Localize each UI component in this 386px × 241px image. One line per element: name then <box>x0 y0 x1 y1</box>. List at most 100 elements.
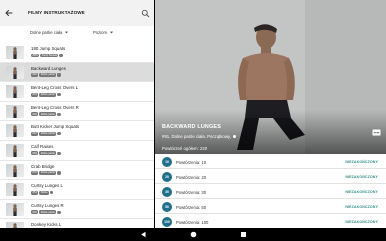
exercise-tags: #64 Dolne partie <box>31 151 61 156</box>
exercise-video-preview[interactable]: BACKWARD LUNGES #91, Dolne partie ciała,… <box>155 0 386 154</box>
exercise-tag: #51 <box>31 190 39 195</box>
exercise-thumbnail <box>6 65 24 79</box>
exercise-detail-pane: BACKWARD LUNGES #91, Dolne partie ciała,… <box>155 0 386 241</box>
chevron-down-icon <box>109 31 114 34</box>
reps-count-badge: 10 <box>162 156 172 167</box>
reps-label: Powtórzenia: 50 <box>176 204 207 210</box>
exercise-tag: ABC <box>31 53 40 58</box>
exercise-tag: #12 <box>31 131 39 136</box>
set-status: NIEZAKOŃCZONY <box>345 189 378 194</box>
exercise-tags: #42 Dolne partie <box>31 112 61 117</box>
exercise-list-item[interactable]: Backward Lunges #91 Dolne partie <box>0 62 154 83</box>
exercise-meta: #91, Dolne partie ciała, Początkowy, <box>162 134 231 139</box>
reps-set-row[interactable]: 20 Powtórzenia: 20 NIEZAKOŃCZONY <box>155 169 386 184</box>
intensity-dot-icon <box>57 210 61 214</box>
reps-set-row[interactable]: 10 Powtórzenia: 10 NIEZAKOŃCZONY <box>155 154 386 169</box>
exercise-tag: Dolne partie <box>39 131 57 136</box>
exercise-tag: #52 <box>31 210 39 215</box>
exercise-tag: #72 <box>31 171 39 176</box>
intensity-dot-icon <box>232 134 237 139</box>
exercise-name: Calf Raises <box>31 143 54 149</box>
intensity-dot-icon <box>57 132 61 136</box>
home-nav-icon[interactable] <box>190 231 197 238</box>
exercise-tag: #91 <box>31 73 39 78</box>
exercise-tag: Jump Squats <box>40 53 59 58</box>
exercise-tag: #42 <box>31 112 39 117</box>
set-status: NIEZAKOŃCZONY <box>345 159 378 164</box>
exercise-list-item[interactable]: Crab Bridge #72 Dolne partie <box>0 161 154 181</box>
exercise-list-item[interactable]: 180 Jump Squats ABC Jump Squats <box>0 43 154 63</box>
exercise-tag: Dolne <box>39 190 50 195</box>
exercise-list-item[interactable]: Bent-Leg Cross Overs L #41 Dolne partie <box>0 82 154 102</box>
back-nav-icon[interactable] <box>140 231 147 238</box>
exercise-name: Butt Kicker Jump Squats <box>31 124 80 130</box>
exercise-list: 180 Jump Squats ABC Jump Squats Backward… <box>0 43 154 239</box>
level-value: Poziom <box>93 30 107 35</box>
exercise-name: Backward Lunges <box>31 65 66 71</box>
reps-label: Powtórzenia: 30 <box>176 189 207 195</box>
exercise-tag: Dolne partie <box>39 112 57 117</box>
total-reps: Powtórzeń ogółem: 220 <box>162 146 208 151</box>
exercise-thumbnail <box>6 85 24 99</box>
exercise-tags: #51 Dolne <box>31 190 54 195</box>
exercise-list-pane: FILMY INSTRUKTAŻOWE Dolne partie ciała P… <box>0 0 154 239</box>
exercise-tag: Dolne partie <box>39 171 57 176</box>
exercise-name: Donkey Kicks L <box>31 222 62 228</box>
exercise-name: Crab Bridge <box>31 163 55 169</box>
exercise-list-item[interactable]: Curtsy Lunges R #52 Dolne partie <box>0 200 154 220</box>
reps-label: Powtórzenia: 100 <box>176 219 209 225</box>
exercise-list-item[interactable]: Curtsy Lunges L #51 Dolne <box>0 180 154 200</box>
exercise-thumbnail <box>6 143 24 157</box>
exercise-thumbnail <box>6 202 24 216</box>
search-icon[interactable] <box>141 9 150 18</box>
level-dropdown[interactable]: Poziom <box>93 30 114 35</box>
intensity-dot-icon <box>57 93 61 97</box>
exercise-name: Bent-Leg Cross Overs R <box>31 104 79 110</box>
exercise-tags: #52 Dolne partie <box>31 210 61 215</box>
intensity-dot-icon <box>57 73 61 77</box>
system-nav-bar <box>0 228 386 241</box>
reps-label: Powtórzenia: 20 <box>176 174 207 180</box>
reps-set-row[interactable]: 50 Powtórzenia: 50 NIEZAKOŃCZONY <box>155 199 386 214</box>
exercise-name: Bent-Leg Cross Overs L <box>31 85 79 91</box>
intensity-dot-icon <box>57 151 61 156</box>
intensity-dot-icon <box>57 112 61 116</box>
exercise-name: 180 Jump Squats <box>31 46 66 51</box>
arrow-left-icon[interactable] <box>4 8 14 18</box>
exercise-tags: #91 Dolne partie <box>31 73 61 78</box>
subtitles-icon[interactable] <box>372 129 381 136</box>
page-title: FILMY INSTRUKTAŻOWE <box>28 10 85 15</box>
exercise-list-item[interactable]: Butt Kicker Jump Squats #12 Dolne partie <box>0 121 154 141</box>
exercise-name: Curtsy Lunges R <box>31 202 64 208</box>
exercise-thumbnail <box>6 163 24 177</box>
reps-count-badge: 20 <box>162 171 172 182</box>
intensity-dot-icon <box>59 53 63 58</box>
filter-bar: Dolne partie ciała Poziom <box>0 26 154 40</box>
intensity-dot-icon <box>50 191 54 195</box>
exercise-thumbnail <box>6 183 24 197</box>
reps-set-row[interactable]: 30 Powtórzenia: 30 NIEZAKOŃCZONY <box>155 184 386 199</box>
body-part-value: Dolne partie ciała <box>30 30 63 35</box>
exercise-name: Curtsy Lunges L <box>31 183 63 189</box>
exercise-tag: Dolne partie <box>39 73 57 78</box>
exercise-list-item[interactable]: Bent-Leg Cross Overs R #42 Dolne partie <box>0 102 154 122</box>
reps-count-badge: 30 <box>162 186 172 197</box>
exercise-thumbnail <box>6 46 24 59</box>
intensity-dot-icon <box>57 171 61 175</box>
exercise-tags: #41 Dolne partie <box>31 92 61 97</box>
exercise-thumbnail <box>6 104 24 118</box>
reps-count-badge: 50 <box>162 201 172 212</box>
reps-count-badge: 100 <box>162 216 172 227</box>
set-status: NIEZAKOŃCZONY <box>345 174 378 179</box>
exercise-list-item[interactable]: Calf Raises #64 Dolne partie <box>0 141 154 161</box>
exercise-thumbnail <box>6 124 24 138</box>
body-part-dropdown[interactable]: Dolne partie ciała <box>30 30 69 35</box>
exercise-tag: Dolne partie <box>39 151 57 156</box>
exercise-subtitle: #91, Dolne partie ciała, Początkowy, <box>162 134 237 139</box>
exercise-tags: #12 Dolne partie <box>31 131 61 136</box>
recents-nav-icon[interactable] <box>240 231 247 238</box>
set-status: NIEZAKOŃCZONY <box>345 204 378 209</box>
set-status: NIEZAKOŃCZONY <box>345 219 378 224</box>
reps-set-row[interactable]: 100 Powtórzenia: 100 NIEZAKOŃCZONY <box>155 214 386 229</box>
exercise-title: BACKWARD LUNGES <box>162 124 222 130</box>
